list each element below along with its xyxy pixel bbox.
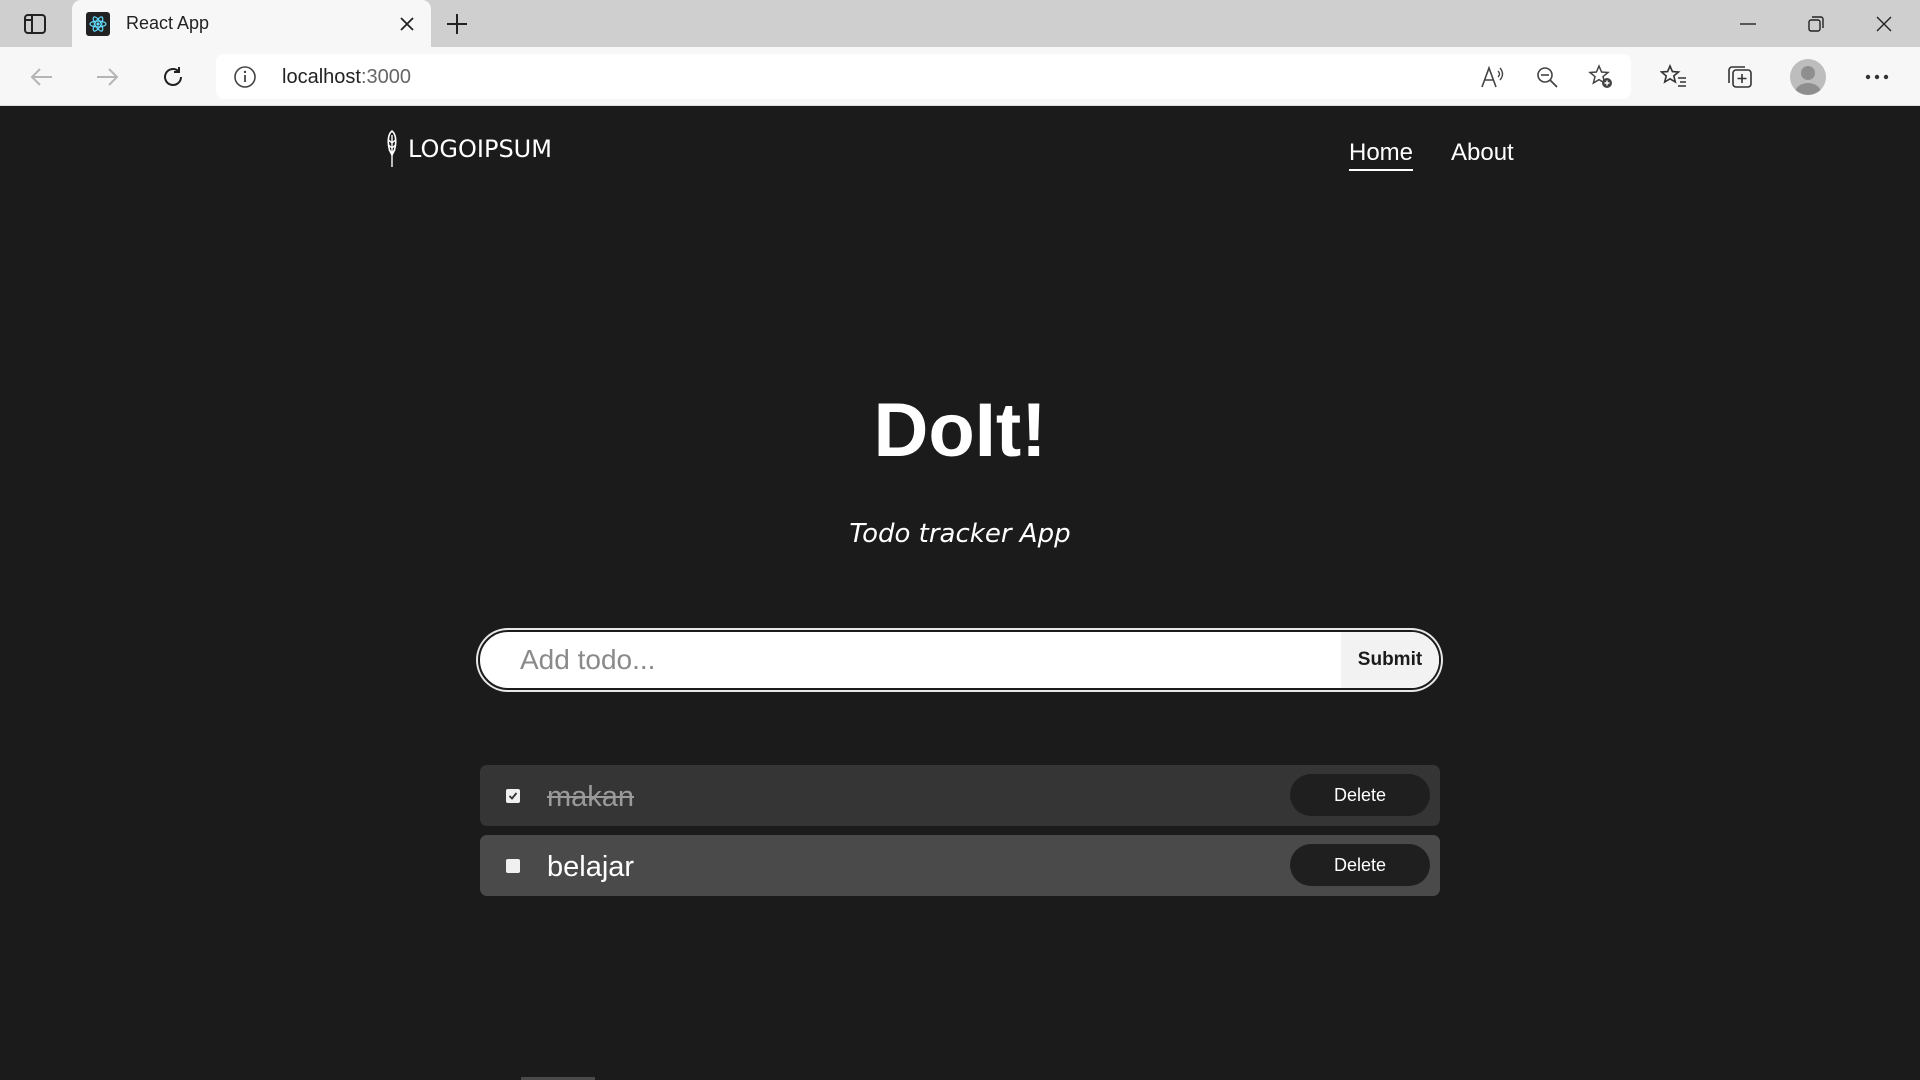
- add-todo-form: Submit: [478, 630, 1441, 690]
- delete-button[interactable]: Delete: [1290, 844, 1430, 886]
- address-bar[interactable]: localhost:3000: [216, 54, 1631, 99]
- favorites-icon[interactable]: [1657, 61, 1691, 93]
- submit-button[interactable]: Submit: [1341, 632, 1439, 688]
- more-options-icon[interactable]: [1860, 61, 1894, 93]
- page-subtitle: Todo tracker App: [849, 519, 1071, 549]
- url-text: localhost:3000: [282, 66, 411, 89]
- todo-item: belajar Delete: [480, 835, 1440, 896]
- refresh-icon[interactable]: [155, 59, 191, 95]
- forward-arrow-icon[interactable]: [89, 59, 125, 95]
- add-favorite-icon[interactable]: [1586, 63, 1616, 91]
- todo-text: belajar: [547, 851, 635, 883]
- nav-link-home[interactable]: Home: [1349, 139, 1414, 171]
- todo-list: makan Delete belajar Delete: [480, 765, 1440, 905]
- checkmark-icon: [508, 792, 518, 800]
- site-info-icon[interactable]: [232, 64, 258, 90]
- feather-icon: [387, 129, 397, 167]
- app-page: LOGOIPSUM Home About DoIt! Todo tracker …: [0, 107, 1920, 1080]
- logo[interactable]: LOGOIPSUM: [384, 129, 552, 169]
- profile-avatar[interactable]: [1790, 59, 1826, 95]
- tab-actions-icon[interactable]: [14, 10, 56, 38]
- todo-item: makan Delete: [480, 765, 1440, 826]
- browser-tab[interactable]: React App: [72, 0, 431, 48]
- logo-text: LOGOIPSUM: [408, 135, 552, 163]
- nav-link-about[interactable]: About: [1451, 139, 1514, 167]
- url-host: localhost: [282, 66, 361, 88]
- todo-checkbox-checked[interactable]: [506, 789, 520, 803]
- close-tab-icon[interactable]: [395, 12, 419, 36]
- collections-icon[interactable]: [1723, 61, 1757, 93]
- restore-icon[interactable]: [1782, 0, 1850, 47]
- new-tab-icon[interactable]: [440, 8, 474, 40]
- todo-text: makan: [547, 781, 635, 813]
- close-window-icon[interactable]: [1850, 0, 1918, 47]
- page-title: DoIt!: [873, 388, 1047, 473]
- read-aloud-icon[interactable]: [1478, 63, 1508, 91]
- url-port: :3000: [360, 66, 411, 88]
- back-arrow-icon[interactable]: [24, 59, 60, 95]
- todo-input[interactable]: [500, 632, 1320, 688]
- browser-toolbar: localhost:3000: [0, 47, 1920, 106]
- tab-title: React App: [126, 13, 210, 33]
- todo-checkbox[interactable]: [506, 859, 520, 873]
- browser-tab-bar: React App: [0, 0, 1920, 48]
- react-icon: [86, 12, 110, 36]
- minimize-icon[interactable]: [1714, 0, 1782, 47]
- delete-button[interactable]: Delete: [1290, 774, 1430, 816]
- zoom-out-icon[interactable]: [1532, 63, 1562, 91]
